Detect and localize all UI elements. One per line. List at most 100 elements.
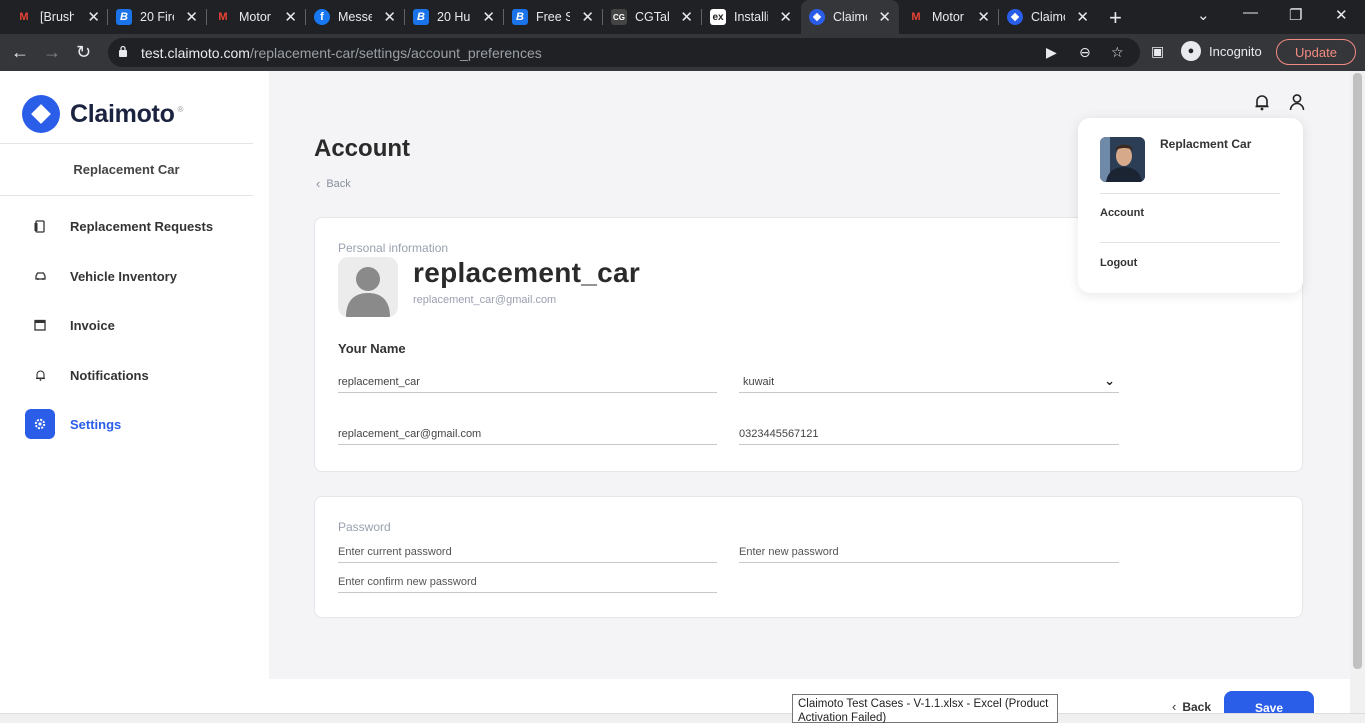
- close-icon[interactable]: ✕: [977, 8, 990, 26]
- tab-title: CGTalk: [635, 10, 669, 24]
- gmail-icon: M: [911, 11, 921, 23]
- browser-tab[interactable]: M Motor ✕: [207, 0, 305, 34]
- role-label: Replacement Car: [0, 143, 253, 196]
- phone-field[interactable]: 0323445567121: [739, 423, 1119, 445]
- sidebar: Claimoto ® Replacement Car Replacement R…: [0, 71, 269, 723]
- brand-name: Claimoto: [70, 99, 175, 128]
- close-icon[interactable]: ✕: [284, 8, 297, 26]
- user-account-icon[interactable]: [1289, 93, 1305, 111]
- zoom-icon[interactable]: ⊖: [1079, 44, 1091, 61]
- profile-email: replacement_car@gmail.com: [413, 294, 557, 306]
- browser-tab-active[interactable]: Claimo ✕: [801, 0, 899, 34]
- browser-tab[interactable]: B 20 Hur ✕: [405, 0, 503, 34]
- reload-icon[interactable]: ↻: [76, 42, 91, 63]
- sidebar-item-settings[interactable]: Settings: [25, 409, 245, 439]
- registered-mark: ®: [177, 104, 184, 114]
- notification-bell-icon[interactable]: [1254, 93, 1270, 111]
- confirm-password-field[interactable]: Enter confirm new password: [338, 571, 717, 593]
- sidebar-item-replacement-requests[interactable]: Replacement Requests: [25, 211, 245, 241]
- update-button[interactable]: Update: [1276, 39, 1356, 65]
- gmail-icon: M: [19, 11, 29, 23]
- browser-tab[interactable]: M [Brush ✕: [8, 0, 108, 34]
- restore-icon[interactable]: ❐: [1289, 6, 1302, 24]
- tab-search-chevron-icon[interactable]: ⌄: [1197, 6, 1210, 24]
- bookmark-star-icon[interactable]: ☆: [1111, 44, 1124, 61]
- browser-tab[interactable]: Claimo ✕: [999, 0, 1097, 34]
- close-icon[interactable]: ✕: [1076, 8, 1089, 26]
- incognito-label: Incognito: [1209, 43, 1262, 59]
- back-arrow-icon[interactable]: ←: [11, 42, 29, 63]
- sidebar-item-vehicle-inventory[interactable]: Vehicle Inventory: [25, 261, 245, 291]
- tab-title: Installi: [734, 10, 768, 24]
- tab-title: Motor: [932, 10, 964, 24]
- car-icon: [25, 261, 55, 291]
- browser-tab[interactable]: M Motor ✕: [900, 0, 998, 34]
- claimoto-icon: [809, 9, 825, 25]
- scrollbar-thumb[interactable]: [1353, 73, 1362, 669]
- tab-title: [Brush: [40, 10, 74, 24]
- user-menu-avatar: [1100, 137, 1145, 182]
- window-close-icon[interactable]: ✕: [1335, 6, 1348, 24]
- sidebar-item-invoice[interactable]: Invoice: [25, 310, 245, 340]
- avatar[interactable]: [338, 257, 398, 317]
- claimoto-logo[interactable]: Claimoto ®: [22, 95, 183, 133]
- tab-title: Messe: [338, 10, 372, 24]
- horizontal-scrollbar[interactable]: [0, 713, 1365, 723]
- ex-icon: ex: [710, 9, 726, 25]
- close-icon[interactable]: ✕: [581, 8, 594, 26]
- close-icon[interactable]: ✕: [482, 8, 495, 26]
- tab-title: Motor: [239, 10, 271, 24]
- current-password-field[interactable]: Enter current password: [338, 541, 717, 563]
- email-field[interactable]: replacement_car@gmail.com: [338, 423, 717, 445]
- new-tab-plus-icon[interactable]: +: [1109, 5, 1122, 31]
- url-path: /replacement-car/settings/account_prefer…: [249, 45, 542, 61]
- vertical-scrollbar[interactable]: [1350, 71, 1365, 713]
- browser-tab[interactable]: CG CGTalk ✕: [603, 0, 701, 34]
- profile-photo-icon: [1100, 137, 1145, 182]
- close-icon[interactable]: ✕: [779, 8, 792, 26]
- close-icon[interactable]: ✕: [680, 8, 693, 26]
- footer-back-button[interactable]: ‹ Back: [1172, 699, 1211, 714]
- user-menu-account[interactable]: Account: [1100, 207, 1144, 219]
- sidebar-item-label: Vehicle Inventory: [70, 268, 177, 284]
- side-panel-icon[interactable]: ▣: [1151, 43, 1164, 60]
- browser-tab[interactable]: B Free St ✕: [504, 0, 602, 34]
- calendar-icon: [25, 310, 55, 340]
- taskbar-tooltip: Claimoto Test Cases - V-1.1.xlsx - Excel…: [792, 694, 1058, 723]
- sidebar-item-label: Notifications: [70, 367, 149, 383]
- browser-tab[interactable]: B 20 Fire ✕: [108, 0, 206, 34]
- back-link-label: Back: [326, 177, 351, 190]
- close-icon[interactable]: ✕: [878, 8, 891, 26]
- browser-tab[interactable]: ex Installi ✕: [702, 0, 800, 34]
- camera-blocked-icon[interactable]: ▶: [1046, 44, 1057, 61]
- gear-icon: [25, 409, 55, 439]
- bell-icon: [25, 360, 55, 390]
- cg-icon: CG: [611, 9, 627, 25]
- footer-back-label: Back: [1182, 699, 1212, 714]
- browser-tab[interactable]: f Messe ✕: [306, 0, 404, 34]
- incognito-indicator[interactable]: ● Incognito: [1181, 41, 1262, 61]
- url-host: test.claimoto.com: [141, 45, 250, 61]
- profile-username: replacement_car: [413, 257, 641, 288]
- close-icon[interactable]: ✕: [87, 8, 100, 26]
- claimoto-logo-icon: [22, 95, 60, 133]
- name-field[interactable]: replacement_car: [338, 371, 717, 393]
- sidebar-item-label: Replacement Requests: [70, 218, 214, 234]
- back-link[interactable]: ‹ Back: [316, 176, 351, 191]
- sidebar-item-notifications[interactable]: Notifications: [25, 360, 245, 390]
- section-title-personal: Personal information: [338, 241, 449, 255]
- minimize-icon[interactable]: —: [1243, 4, 1258, 21]
- new-password-field[interactable]: Enter new password: [739, 541, 1119, 563]
- chevron-down-icon: ⌄: [1104, 373, 1115, 388]
- tab-title: Claimo: [833, 10, 867, 24]
- user-menu-logout[interactable]: Logout: [1100, 257, 1137, 269]
- divider: [1100, 193, 1280, 194]
- close-icon[interactable]: ✕: [185, 8, 198, 26]
- address-bar[interactable]: test.claimoto.com/replacement-car/settin…: [108, 38, 1140, 67]
- b-icon: B: [512, 9, 528, 25]
- country-select[interactable]: kuwait ⌄: [739, 371, 1119, 393]
- close-icon[interactable]: ✕: [383, 8, 396, 26]
- document-icon: [25, 211, 55, 241]
- your-name-label: Your Name: [338, 341, 406, 356]
- forward-arrow-icon[interactable]: →: [43, 42, 61, 63]
